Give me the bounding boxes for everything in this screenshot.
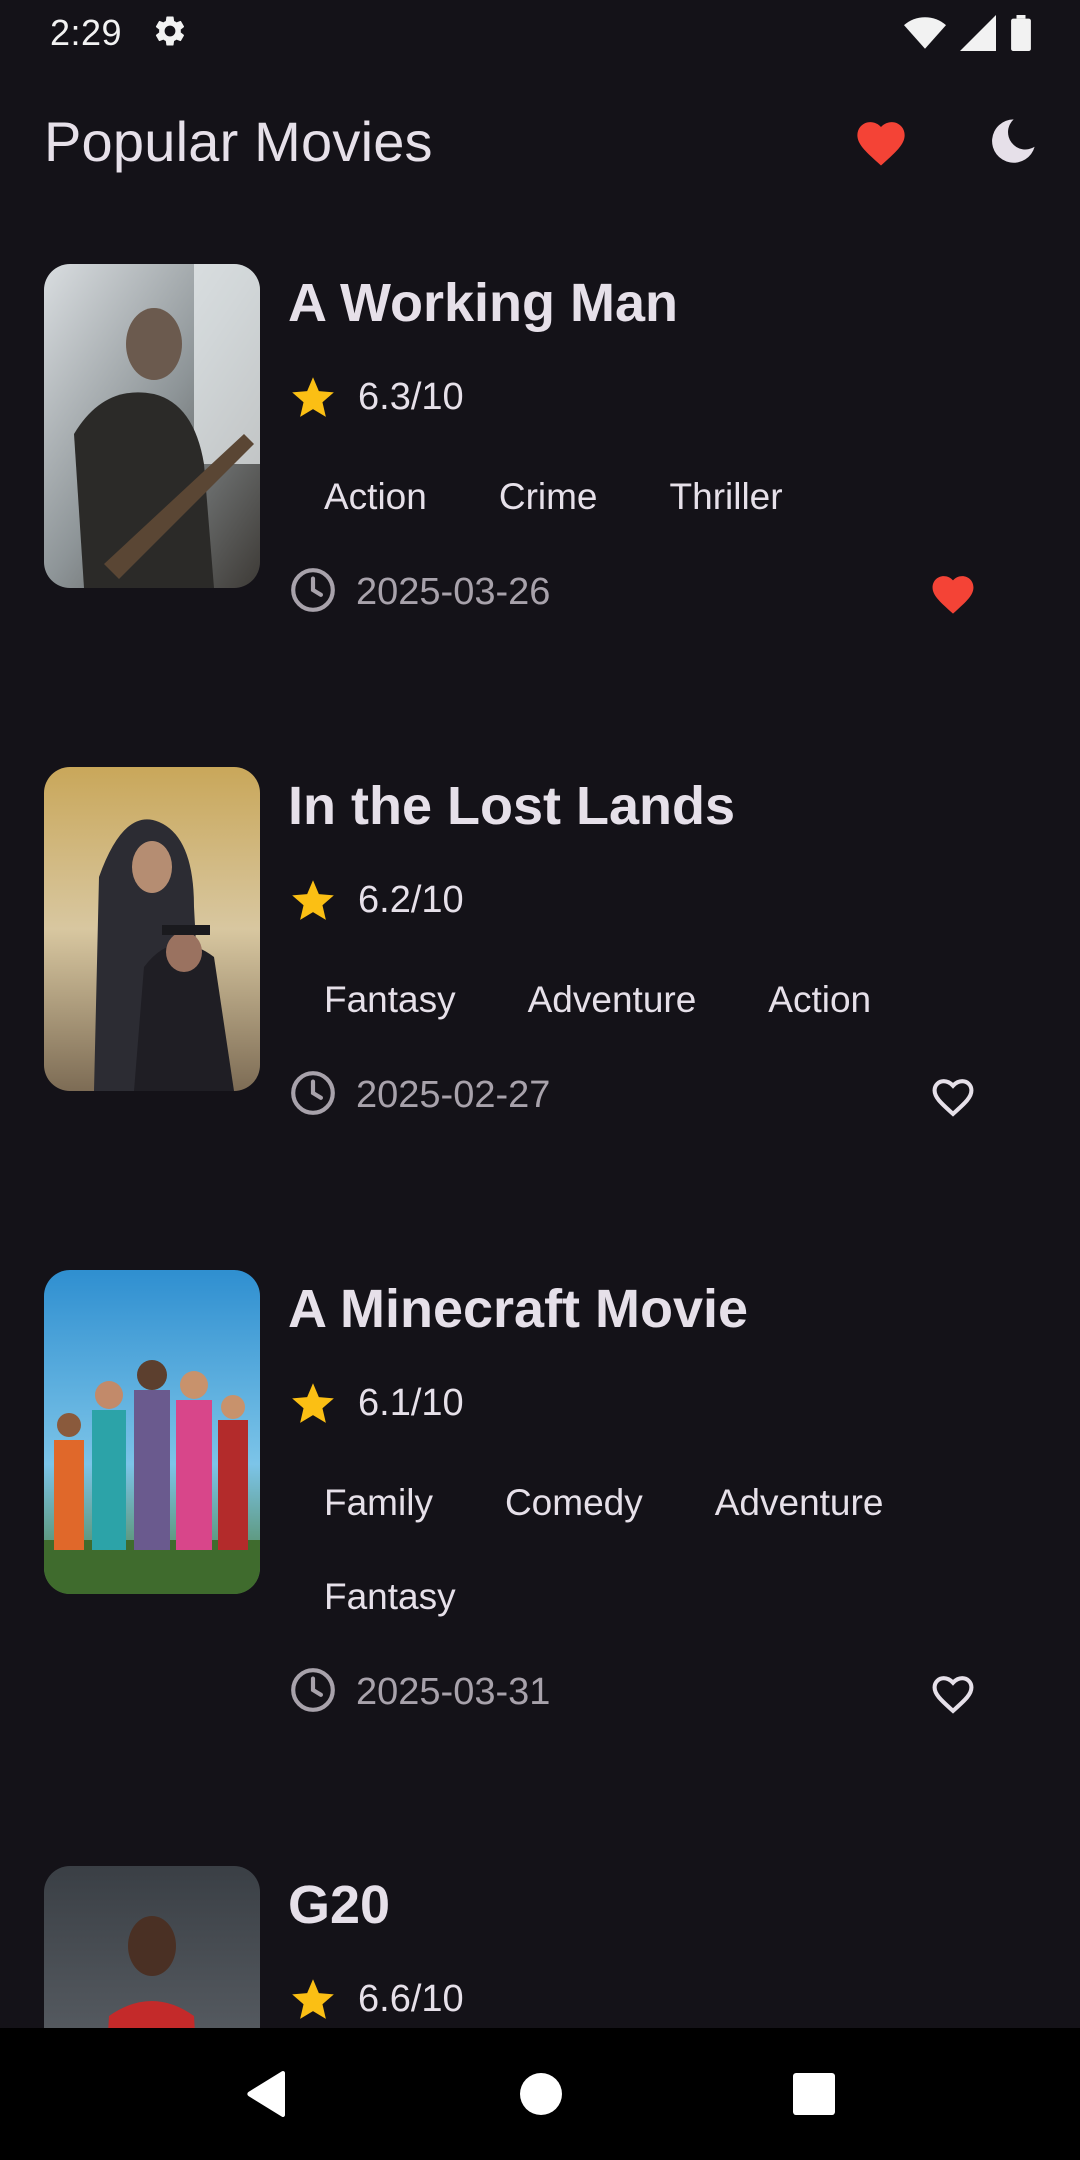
status-left: 2:29 — [50, 12, 188, 54]
movie-info: G20 6.6/10 — [288, 1866, 1036, 2028]
genre-list: Action Crime Thriller — [288, 450, 1036, 544]
moon-icon — [987, 115, 1039, 167]
home-button[interactable] — [519, 2073, 562, 2115]
movie-poster[interactable] — [44, 1270, 260, 1594]
heart-outline-icon — [928, 1073, 978, 1118]
genre-chip[interactable]: Fantasy — [288, 1550, 492, 1644]
movie-title: In the Lost Lands — [288, 776, 736, 836]
rating-value: 6.2/10 — [358, 878, 464, 921]
movie-card[interactable]: A Minecraft Movie 6.1/10 Family Comedy A… — [0, 1270, 1080, 1866]
movie-list[interactable]: A Working Man 6.3/10 Action Crime Thrill… — [0, 264, 1080, 2028]
wifi-icon — [904, 15, 946, 51]
movie-poster[interactable] — [44, 1866, 260, 2028]
star-icon — [288, 874, 338, 927]
rating-value: 6.3/10 — [358, 375, 464, 418]
movie-title: A Working Man — [288, 273, 678, 333]
genre-chip[interactable]: Crime — [463, 450, 634, 544]
clock-icon — [288, 565, 338, 620]
system-nav-bar — [0, 2028, 1080, 2160]
genre-chip[interactable]: Action — [732, 953, 907, 1047]
genre-list: Family Comedy Adventure Fantasy — [288, 1456, 1036, 1644]
rating-value: 6.6/10 — [358, 1977, 464, 2020]
release-date-group: 2025-02-27 — [288, 1068, 550, 1123]
screen: 2:29 Popular Movies A Working Man 6.3/10… — [0, 0, 1080, 2160]
release-date-group: 2025-03-26 — [288, 565, 550, 620]
star-icon — [288, 1377, 338, 1430]
genre-chip[interactable]: Fantasy — [288, 953, 492, 1047]
clock-icon — [288, 1068, 338, 1123]
heart-filled-icon — [928, 570, 978, 615]
movie-card[interactable]: G20 6.6/10 — [0, 1866, 1080, 2028]
battery-icon — [1010, 15, 1032, 51]
rating-row: 6.2/10 — [288, 875, 1036, 925]
genre-chip[interactable]: Adventure — [492, 953, 733, 1047]
favorite-toggle-button[interactable] — [920, 1062, 986, 1128]
rating-value: 6.1/10 — [358, 1381, 464, 1424]
release-date: 2025-02-27 — [356, 1073, 551, 1116]
clock-icon — [288, 1665, 338, 1720]
settings-gear-icon — [152, 13, 188, 54]
movie-poster[interactable] — [44, 264, 260, 588]
heart-outline-icon — [928, 1670, 978, 1715]
movie-title: G20 — [288, 1875, 391, 1935]
genre-chip[interactable]: Comedy — [469, 1456, 679, 1550]
cell-signal-icon — [960, 15, 996, 51]
genre-chip[interactable]: Action — [288, 450, 463, 544]
genre-chip[interactable]: Thriller — [634, 450, 819, 544]
star-icon — [288, 371, 338, 424]
rating-row: 6.6/10 — [288, 1974, 1036, 2024]
page-title: Popular Movies — [44, 109, 433, 173]
app-actions — [848, 108, 1046, 174]
release-date: 2025-03-31 — [356, 1670, 551, 1713]
back-button[interactable] — [245, 2070, 289, 2118]
recents-button[interactable] — [792, 2073, 835, 2115]
release-date: 2025-03-26 — [356, 570, 551, 613]
heart-filled-icon — [852, 115, 910, 167]
movie-info: A Working Man 6.3/10 Action Crime Thrill… — [288, 264, 1036, 767]
release-row: 2025-02-27 — [288, 1065, 1036, 1125]
favorites-button[interactable] — [848, 108, 914, 174]
genre-list: Fantasy Adventure Action — [288, 953, 1036, 1047]
app-bar: Popular Movies — [0, 96, 1080, 186]
favorite-toggle-button[interactable] — [920, 559, 986, 625]
dark-mode-toggle[interactable] — [980, 108, 1046, 174]
movie-card[interactable]: In the Lost Lands 6.2/10 Fantasy Adventu… — [0, 767, 1080, 1270]
favorite-toggle-button[interactable] — [920, 1659, 986, 1725]
release-date-group: 2025-03-31 — [288, 1665, 550, 1720]
movie-info: A Minecraft Movie 6.1/10 Family Comedy A… — [288, 1270, 1036, 1866]
movie-title: A Minecraft Movie — [288, 1279, 749, 1339]
status-bar: 2:29 — [0, 0, 1080, 66]
movie-card[interactable]: A Working Man 6.3/10 Action Crime Thrill… — [0, 264, 1080, 767]
genre-chip[interactable]: Adventure — [679, 1456, 920, 1550]
rating-row: 6.1/10 — [288, 1378, 1036, 1428]
release-row: 2025-03-31 — [288, 1662, 1036, 1722]
genre-chip[interactable]: Family — [288, 1456, 469, 1550]
movie-info: In the Lost Lands 6.2/10 Fantasy Adventu… — [288, 767, 1036, 1270]
rating-row: 6.3/10 — [288, 372, 1036, 422]
status-time: 2:29 — [50, 12, 123, 53]
status-right — [904, 15, 1032, 51]
star-icon — [288, 1973, 338, 2026]
movie-poster[interactable] — [44, 767, 260, 1091]
release-row: 2025-03-26 — [288, 562, 1036, 622]
